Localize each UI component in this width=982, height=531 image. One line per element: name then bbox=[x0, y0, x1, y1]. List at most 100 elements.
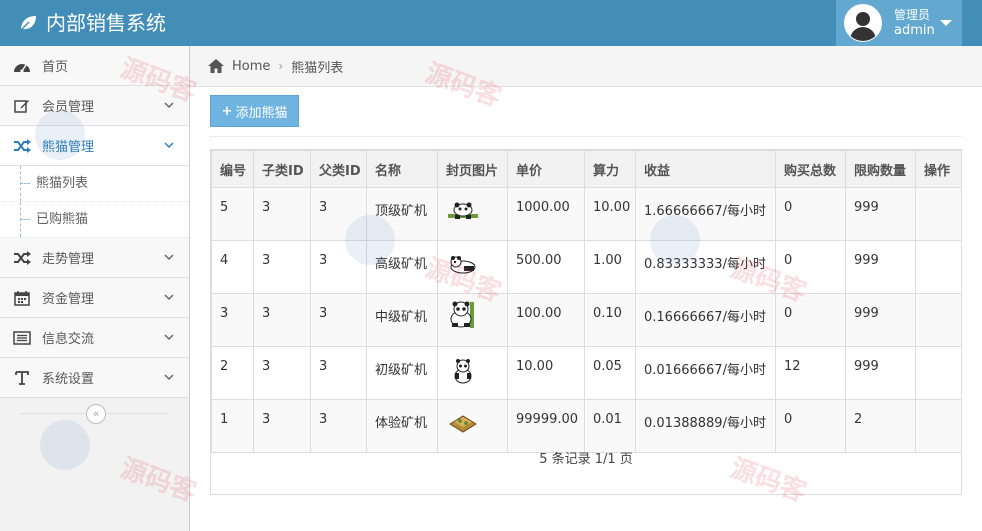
column-header: 名称 bbox=[366, 150, 438, 188]
sidebar-item-panda[interactable]: 熊猫管理 bbox=[0, 126, 189, 166]
sidebar-item-label: 会员管理 bbox=[42, 100, 95, 115]
sidebar-item-home[interactable]: 首页 bbox=[0, 46, 189, 86]
shuffle-icon bbox=[12, 250, 32, 266]
table-row[interactable]: 1 3 3 体验矿机 99999.00 0.01 0.01388889/每小时 … bbox=[211, 399, 962, 453]
user-menu[interactable]: 管理员 admin bbox=[836, 0, 962, 46]
cell-income: 0.01666667/每小时 bbox=[635, 346, 776, 400]
panda-lying-icon bbox=[450, 256, 476, 274]
cell-income: 1.66666667/每小时 bbox=[635, 187, 776, 241]
cell-actions[interactable] bbox=[915, 399, 962, 453]
cell-limit: 999 bbox=[845, 187, 916, 241]
sidebar-item-funds[interactable]: 资金管理 bbox=[0, 278, 189, 318]
cell-subclass-id: 3 bbox=[253, 240, 311, 294]
text-format-icon bbox=[12, 370, 32, 386]
submenu-panda: 熊猫列表 已购熊猫 bbox=[0, 166, 189, 238]
avatar bbox=[844, 4, 882, 42]
column-header: 父类ID bbox=[310, 150, 367, 188]
leaf-icon bbox=[20, 16, 36, 31]
cell-parent-id: 3 bbox=[310, 399, 367, 453]
cell-cover bbox=[437, 187, 508, 241]
dashboard-icon bbox=[12, 58, 32, 74]
chevron-down-icon bbox=[164, 294, 174, 301]
chevron-down-icon bbox=[164, 102, 174, 109]
cell-price: 1000.00 bbox=[507, 187, 585, 241]
cell-actions[interactable] bbox=[915, 187, 962, 241]
breadcrumb-current: 熊猫列表 bbox=[291, 60, 344, 76]
cell-parent-id: 3 bbox=[310, 187, 367, 241]
top-navbar: 内部销售系统 管理员 admin bbox=[0, 0, 982, 46]
add-panda-button[interactable]: + 添加熊猫 bbox=[210, 95, 299, 127]
sidebar-item-members[interactable]: 会员管理 bbox=[0, 86, 189, 126]
column-header: 子类ID bbox=[253, 150, 311, 188]
cell-income: 0.16666667/每小时 bbox=[635, 293, 776, 347]
chevron-down-icon bbox=[164, 334, 174, 341]
cell-id: 3 bbox=[211, 293, 254, 347]
list-icon bbox=[12, 330, 32, 346]
table-row[interactable]: 3 3 3 中级矿机 100.00 0.10 0.16666667/每小时 0 … bbox=[211, 293, 962, 347]
chevron-right-icon: › bbox=[278, 59, 284, 73]
table-row[interactable]: 2 3 3 初级矿机 10.00 0.05 0.01666667/每小时 12 … bbox=[211, 346, 962, 400]
sidebar-item-trend[interactable]: 走势管理 bbox=[0, 238, 189, 278]
cell-price: 10.00 bbox=[507, 346, 585, 400]
sidebar-item-label: 走势管理 bbox=[42, 252, 95, 267]
sidebar-item-label: 首页 bbox=[42, 60, 69, 75]
table-row[interactable]: 4 3 3 高级矿机 500.00 1.00 0.83333333/每小时 0 … bbox=[211, 240, 962, 294]
table-row[interactable]: 5 3 3 顶级矿机 1000.00 10.00 1.66666667/每小时 … bbox=[211, 187, 962, 241]
cell-parent-id: 3 bbox=[310, 240, 367, 294]
cell-parent-id: 3 bbox=[310, 346, 367, 400]
column-header: 收益 bbox=[635, 150, 776, 188]
column-header: 操作 bbox=[915, 150, 962, 188]
cell-purchased: 12 bbox=[775, 346, 846, 400]
cell-actions[interactable] bbox=[915, 293, 962, 347]
add-panda-label: 添加熊猫 bbox=[235, 105, 288, 121]
cell-power: 0.05 bbox=[584, 346, 636, 400]
cell-actions[interactable] bbox=[915, 346, 962, 400]
sidebar: 首页 会员管理 熊猫管理 熊猫列表 已购熊猫 走势管理 资金管理 信息交流 系统… bbox=[0, 46, 190, 531]
breadcrumb: Home › 熊猫列表 bbox=[190, 46, 982, 87]
breadcrumb-home[interactable]: Home bbox=[232, 59, 270, 74]
cell-income: 0.01388889/每小时 bbox=[635, 399, 776, 453]
cell-subclass-id: 3 bbox=[253, 187, 311, 241]
cell-name: 高级矿机 bbox=[366, 240, 438, 294]
cell-price: 500.00 bbox=[507, 240, 585, 294]
cell-purchased: 0 bbox=[775, 399, 846, 453]
chevron-down-icon bbox=[164, 374, 174, 381]
sidebar-item-label: 信息交流 bbox=[42, 332, 95, 347]
column-header: 单价 bbox=[507, 150, 585, 188]
mining-crate-icon bbox=[449, 415, 477, 433]
user-name: admin bbox=[894, 23, 935, 38]
app-title: 内部销售系统 bbox=[46, 11, 166, 35]
cell-cover bbox=[437, 240, 508, 294]
sidebar-item-messages[interactable]: 信息交流 bbox=[0, 318, 189, 358]
cell-id: 2 bbox=[211, 346, 254, 400]
cell-limit: 999 bbox=[845, 346, 916, 400]
cell-cover bbox=[437, 293, 508, 347]
column-header: 算力 bbox=[584, 150, 636, 188]
cell-limit: 999 bbox=[845, 293, 916, 347]
divider bbox=[210, 136, 962, 137]
submenu-item-panda-list[interactable]: 熊猫列表 bbox=[0, 166, 189, 202]
cell-name: 顶级矿机 bbox=[366, 187, 438, 241]
home-icon bbox=[208, 59, 224, 73]
cell-price: 99999.00 bbox=[507, 399, 585, 453]
pagination-info: 5 条记录 1/1 页 bbox=[539, 452, 633, 467]
collapse-sidebar-button[interactable]: « bbox=[86, 404, 106, 424]
cell-price: 100.00 bbox=[507, 293, 585, 347]
sidebar-item-settings[interactable]: 系统设置 bbox=[0, 358, 189, 398]
chevron-down-icon bbox=[164, 142, 174, 149]
cell-actions[interactable] bbox=[915, 240, 962, 294]
plus-icon: + bbox=[221, 103, 233, 119]
cell-power: 10.00 bbox=[584, 187, 636, 241]
shuffle-icon bbox=[12, 138, 32, 154]
brand[interactable]: 内部销售系统 bbox=[18, 0, 166, 46]
column-header: 封页图片 bbox=[437, 150, 508, 188]
cell-limit: 2 bbox=[845, 399, 916, 453]
cell-purchased: 0 bbox=[775, 240, 846, 294]
cell-purchased: 0 bbox=[775, 293, 846, 347]
submenu-item-purchased-panda[interactable]: 已购熊猫 bbox=[0, 202, 189, 238]
sidebar-item-label: 熊猫管理 bbox=[42, 140, 95, 155]
cell-cover bbox=[437, 346, 508, 400]
cell-power: 0.10 bbox=[584, 293, 636, 347]
cell-power: 0.01 bbox=[584, 399, 636, 453]
panda-sitting-icon bbox=[450, 301, 474, 328]
